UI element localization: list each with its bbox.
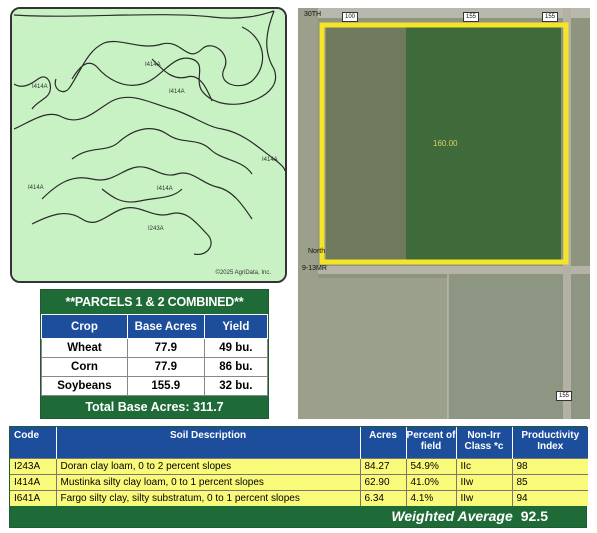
- acre-label: 160.00: [433, 139, 458, 148]
- acres-cell: 84.27: [360, 457, 407, 474]
- table-row: I641A Fargo silty clay, silty substratum…: [10, 489, 588, 506]
- road-sign: 155: [556, 391, 573, 401]
- map-label: I414A: [32, 84, 48, 90]
- total-value: 311.7: [193, 400, 224, 414]
- road-label: 30TH: [304, 11, 322, 18]
- class-cell: IIc: [456, 457, 513, 474]
- map-label: I414A: [145, 62, 161, 68]
- pi-cell: 98: [512, 457, 588, 474]
- crop-cell: Soybeans: [41, 376, 128, 396]
- acres-cell: 77.9: [126, 357, 205, 377]
- soil-map-drawing: [12, 9, 285, 281]
- road-sign: 100: [342, 12, 359, 22]
- acres-cell: 77.9: [126, 338, 205, 358]
- road-sign: 155: [463, 12, 480, 22]
- map-label: I243A: [148, 226, 164, 232]
- code-cell: I641A: [10, 489, 57, 506]
- map-label: I414A: [157, 186, 173, 192]
- code-cell: I243A: [10, 457, 57, 474]
- yield-cell: 32 bu.: [203, 376, 269, 396]
- column-header: Code: [10, 427, 57, 458]
- column-header: Yield: [203, 314, 269, 339]
- class-cell: IIw: [456, 489, 513, 506]
- column-header: Crop: [41, 314, 128, 339]
- road-label: North: [308, 248, 326, 255]
- pi-cell: 94: [512, 489, 588, 506]
- yield-cell: 86 bu.: [203, 357, 269, 377]
- table-row: I243A Doran clay loam, 0 to 2 percent sl…: [10, 457, 588, 474]
- description-cell: Fargo silty clay, silty substratum, 0 to…: [56, 489, 361, 506]
- table-row: Soybeans 155.9 32 bu.: [41, 376, 269, 396]
- aerial-drawing: [298, 8, 590, 419]
- percent-cell: 4.1%: [406, 489, 457, 506]
- soil-table: Code Soil Description Acres Percent of f…: [9, 426, 588, 528]
- map-label: I414A: [262, 157, 278, 163]
- crop-cell: Wheat: [41, 338, 128, 358]
- weighted-average-value: 92.5: [520, 508, 548, 524]
- map-label: I414A: [169, 89, 185, 95]
- table-row: Wheat 77.9 49 bu.: [41, 338, 269, 358]
- yield-cell: 49 bu.: [203, 338, 269, 358]
- description-cell: Doran clay loam, 0 to 2 percent slopes: [56, 457, 361, 474]
- copyright-notice: ©2025 AgriData, Inc.: [215, 270, 271, 276]
- table-title: **PARCELS 1 & 2 COMBINED**: [41, 290, 268, 314]
- base-acres-table: **PARCELS 1 & 2 COMBINED** Crop Base Acr…: [40, 289, 269, 419]
- column-header: Soil Description: [56, 427, 361, 458]
- crop-cell: Corn: [41, 357, 128, 377]
- total-label: Total Base Acres:: [85, 400, 190, 414]
- column-header: Base Acres: [126, 314, 205, 339]
- column-header: Acres: [360, 427, 407, 458]
- weighted-average-label: Weighted Average: [391, 508, 513, 524]
- road-sign: 155: [542, 12, 559, 22]
- acres-cell: 155.9: [126, 376, 205, 396]
- total-base-acres: Total Base Acres: 311.7: [41, 396, 268, 418]
- map-label: I414A: [28, 185, 44, 191]
- pi-cell: 85: [512, 473, 588, 490]
- aerial-map: 30TH 100 155 155 North 9-13MR 155 160.00: [298, 8, 590, 419]
- road-label: 9-13MR: [302, 265, 327, 272]
- weighted-average: Weighted Average 92.5: [10, 506, 586, 527]
- column-header: Non-Irr Class *c: [456, 427, 513, 458]
- description-cell: Mustinka silty clay loam, 0 to 1 percent…: [56, 473, 361, 490]
- class-cell: IIw: [456, 473, 513, 490]
- table-row: I414A Mustinka silty clay loam, 0 to 1 p…: [10, 473, 588, 490]
- column-header: Productivity Index: [512, 427, 588, 458]
- code-cell: I414A: [10, 473, 57, 490]
- table-row: Corn 77.9 86 bu.: [41, 357, 269, 377]
- column-header: Percent of field: [406, 427, 457, 458]
- acres-cell: 6.34: [360, 489, 407, 506]
- acres-cell: 62.90: [360, 473, 407, 490]
- percent-cell: 54.9%: [406, 457, 457, 474]
- soil-map: I414A I414A I414A I414A I414A I414A I243…: [10, 7, 287, 283]
- percent-cell: 41.0%: [406, 473, 457, 490]
